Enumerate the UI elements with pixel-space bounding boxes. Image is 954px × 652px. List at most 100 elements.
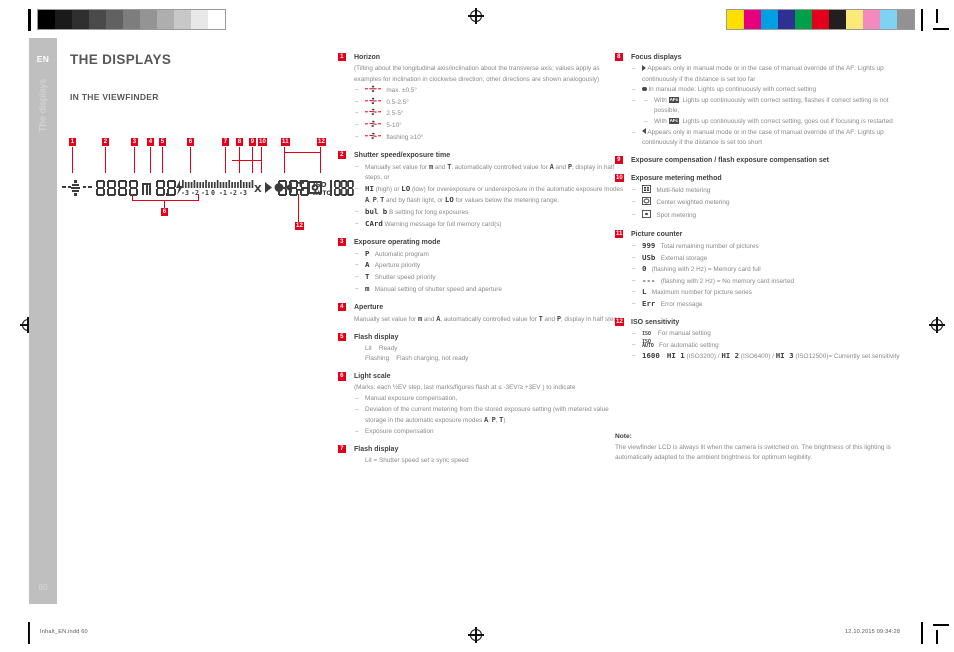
svg-text:-3: -3: [181, 189, 189, 197]
manual-item-7: 7 Flash display Lit = Shutter speed set ≥ …: [338, 444, 624, 467]
leader-line: [190, 147, 191, 173]
page-title: THE DISPLAYS: [70, 52, 172, 67]
item-row: flashing ≥10°: [354, 132, 624, 144]
svg-text:0: 0: [211, 189, 215, 197]
manual-item-10: 10 Exposure metering method Multi-field m…: [615, 173, 901, 223]
leader-bracket: [132, 200, 198, 201]
item-number: 2: [338, 150, 346, 159]
svg-text:AUTO: AUTO: [313, 190, 332, 197]
row-text: Automatic program: [374, 250, 429, 258]
manual-item-9: 9 Exposure compensation / flash exposure …: [615, 155, 901, 166]
section-title: IN THE VIEWFINDER: [70, 92, 159, 102]
item-number: 11: [615, 230, 624, 239]
item-bullet: bul b B setting for long exposures: [354, 207, 624, 219]
crop-mark-top-right-2: [936, 9, 938, 23]
svg-text:ISO: ISO: [313, 181, 327, 189]
item-row: L Maximum number for picture series: [631, 287, 901, 299]
color-patch: [863, 10, 880, 29]
grey-patch: [208, 10, 225, 29]
item-number: 3: [338, 237, 346, 246]
item-number: 5: [338, 332, 346, 341]
leader-bracket: [284, 152, 320, 153]
manual-item-12: 12 ISO sensitivity ISO For manual settingI…: [615, 317, 901, 363]
item-row: ISOAUTO For automatic setting: [631, 339, 901, 352]
leader-line: [162, 147, 163, 173]
footer-rule: [29, 604, 55, 605]
item-bullets: Manual exposure compensation,Deviation o…: [354, 394, 624, 437]
item-bullets: Manually set value for m and T, automati…: [354, 162, 624, 231]
item-row: T Shutter speed priority: [354, 272, 624, 284]
row-text: flashing ≥10°: [386, 133, 424, 141]
figure-callout-12: 12: [317, 138, 327, 146]
row-text: Total remaining number of pictures: [660, 243, 759, 251]
svg-text:-1: -1: [219, 189, 227, 197]
item-rows: max. ±0.5° 0.5-2.5° 2.5-5° 5-10°: [354, 85, 624, 143]
grey-patch: [38, 10, 55, 29]
grey-patch: [72, 10, 89, 29]
svg-text:-3: -3: [239, 189, 247, 197]
item-row: Spot metering: [631, 209, 901, 223]
manual-item-11: 11 Picture counter 999 Total remaining num…: [615, 229, 901, 311]
grey-patch: [157, 10, 174, 29]
leader-line: [284, 147, 285, 173]
item-subbullet-group: With AFs: Lights up continuously with co…: [631, 96, 901, 128]
item-title: Exposure compensation / flash exposure c…: [631, 157, 829, 165]
svg-text:-1: -1: [201, 189, 209, 197]
item-row: m Manual setting of shutter speed and ap…: [354, 284, 624, 296]
grey-patch: [106, 10, 123, 29]
item-row: Multi-field metering: [631, 184, 901, 198]
page-number: 60: [38, 583, 48, 592]
item-row: Center weighted metering: [631, 197, 901, 210]
manual-item-2: 2 Shutter speed/exposure time Manually set…: [338, 150, 624, 231]
item-number: 8: [615, 53, 623, 62]
item-title: Flash display: [354, 445, 399, 453]
item-title: Light scale: [354, 373, 391, 381]
leader-line: [105, 147, 106, 173]
crop-mark-bottom-right-1: [921, 622, 923, 644]
figure-callout-6: 6: [187, 138, 194, 146]
manual-item-5: 5 Flash display Lit Ready Flashing Flash ch…: [338, 332, 624, 365]
row-text: Maximum number for picture series: [651, 289, 752, 297]
color-patch: [761, 10, 778, 29]
item-title: Horizon: [354, 54, 381, 61]
figure-callout-2: 2: [102, 138, 109, 146]
color-patch: [846, 10, 863, 29]
item-bullet: Exposure compensation: [354, 427, 624, 438]
color-patch: [812, 10, 829, 29]
item-subbullet: With AFs: Lights up continuously with co…: [643, 96, 901, 117]
registration-mark-bottom: [468, 627, 484, 643]
chapter-tab-column: EN The displays 60: [29, 38, 57, 604]
item-title: Flash display: [354, 333, 399, 341]
viewfinder-figure: 1 2 3 4 5 6 7 8 9 10 11 12 -3 -2 -1 0 -1…: [62, 138, 354, 234]
row-text: Aperture priority: [374, 262, 421, 270]
item-number: 12: [615, 318, 624, 327]
leader-line: [150, 147, 151, 173]
note-label: Note:: [615, 433, 632, 440]
figure-callout-7: 7: [222, 138, 229, 146]
row-text: 2.5-5°: [386, 110, 404, 118]
item-line: Lit = Shutter speed set ≥ sync speed: [365, 456, 469, 464]
item-row: ISO For manual setting: [631, 329, 901, 340]
grey-patch: [89, 10, 106, 29]
crop-mark-top-left: [28, 9, 31, 31]
figure-callout-9: 9: [249, 138, 256, 146]
text-column-left: 1 Horizon (Tilting about the longitudinal …: [338, 52, 624, 473]
figure-callout-bottom-6: 6: [161, 208, 168, 216]
item-title: Picture counter: [631, 231, 683, 239]
item-rows: ISO For manual settingISOAUTO For automa…: [631, 329, 901, 363]
crop-mark-top-right-1: [921, 9, 923, 31]
figure-callout-1: 1: [69, 138, 76, 146]
chapter-label: The displays: [37, 78, 49, 133]
leader-tick: [198, 194, 199, 201]
item-number: 1: [338, 53, 346, 62]
row-text: (flashing with 2 Hz) = No memory card in…: [660, 277, 795, 285]
item-line: Flashing Flash charging, not ready: [365, 355, 469, 363]
grey-scale-bar: [37, 9, 226, 30]
item-title: Shutter speed/exposure time: [354, 151, 451, 159]
row-text: For automatic setting: [659, 341, 719, 349]
item-number: 4: [338, 302, 346, 311]
item-paragraph: Manually set value for m and A, automati…: [354, 314, 621, 323]
registration-mark-right: [929, 317, 945, 333]
leader-line: [320, 147, 321, 173]
figure-callout-11: 11: [281, 138, 290, 146]
